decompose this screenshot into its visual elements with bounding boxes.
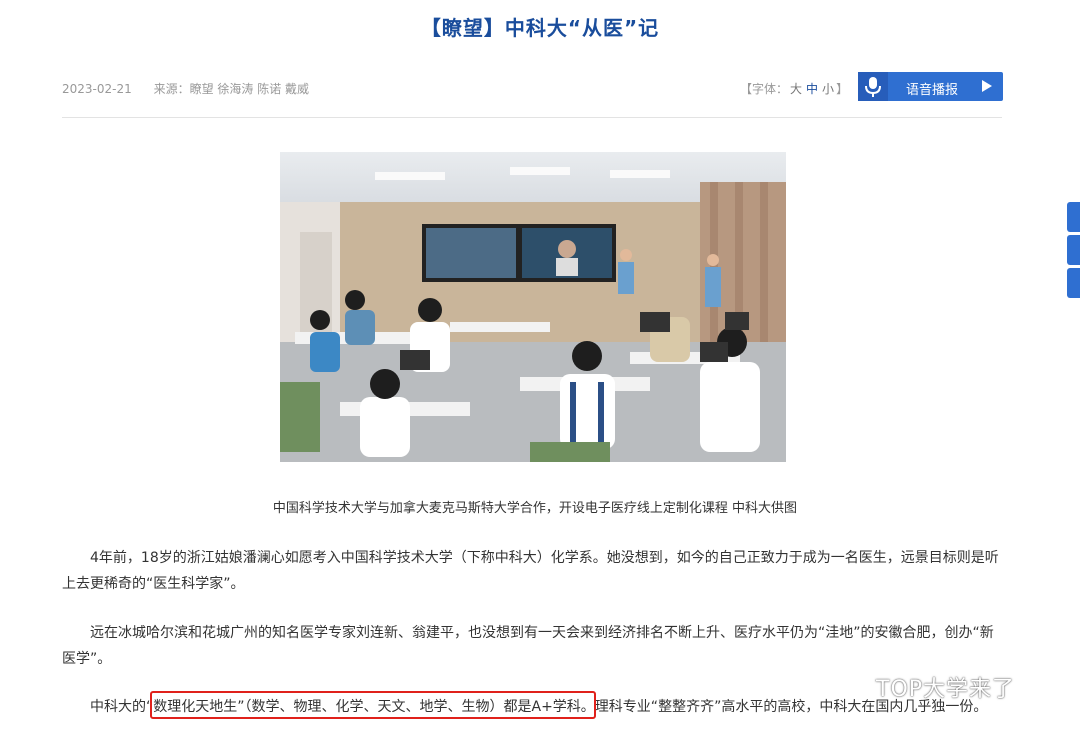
microphone-icon — [858, 72, 888, 101]
play-icon — [982, 80, 992, 92]
article-photo — [280, 152, 786, 462]
publish-date: 2023-02-21 — [62, 82, 132, 96]
watermark-text: TOP大学来了 — [876, 677, 1016, 702]
paragraph-2: 远在冰城哈尔滨和花城广州的知名医学专家刘连新、翁建平，也没想到有一天会来到经济排… — [62, 625, 994, 667]
font-size-small[interactable]: 小 — [822, 82, 834, 96]
font-size-large[interactable]: 大 — [790, 82, 802, 96]
article-title: 【瞭望】中科大“从医”记 — [420, 16, 660, 40]
image-caption: 中国科学技术大学与加拿大麦克马斯特大学合作，开设电子医疗线上定制化课程 中科大供… — [272, 501, 798, 516]
article-source: 来源：瞭望 徐海涛 陈诺 戴威 — [153, 82, 310, 96]
highlight-box — [150, 691, 596, 719]
font-size-suffix: 】 — [836, 82, 849, 96]
paragraph-1: 4年前，18岁的浙江姑娘潘澜心如愿考入中国科学技术大学（下称中科大）化学系。她没… — [62, 550, 999, 592]
weibo-share-icon[interactable] — [1067, 202, 1080, 232]
wechat-share-icon[interactable] — [1067, 235, 1080, 265]
voice-broadcast-button[interactable]: 语音播报 — [858, 72, 1003, 101]
font-size-selector: 【字体：大中小】 — [740, 80, 848, 97]
wechat-logo-icon — [839, 679, 871, 701]
header-divider — [62, 117, 1002, 118]
font-size-prefix: 【字体： — [740, 82, 789, 96]
article-meta: 2023-02-21 来源：瞭望 徐海涛 陈诺 戴威 — [62, 80, 327, 97]
document-icon[interactable] — [1067, 268, 1080, 298]
font-size-medium[interactable]: 中 — [806, 82, 818, 96]
voice-broadcast-label: 语音播报 — [906, 83, 959, 98]
watermark: TOP大学来了 — [838, 671, 1015, 703]
